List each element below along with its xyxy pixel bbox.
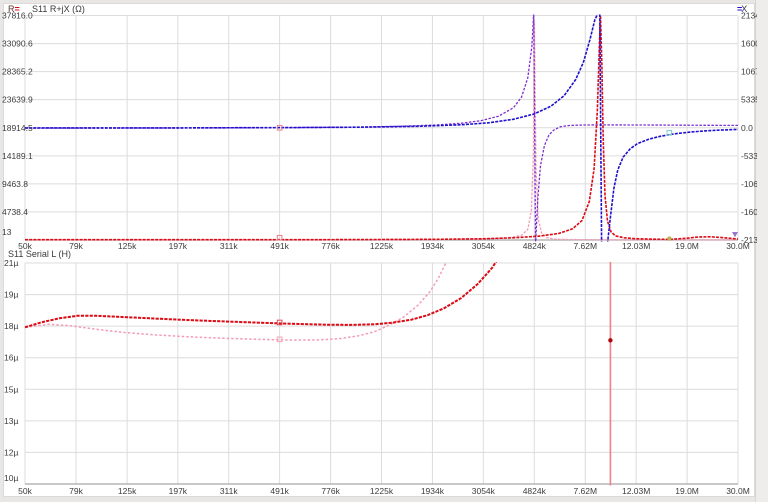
x-tick-label: 30.0M [726,241,750,251]
x-tick-label: 4824k [523,241,547,251]
x-tick-label: 311k [220,241,239,251]
y-left-tick-label: 15µ [4,384,18,394]
y-left-tick-label: 37816.0 [2,11,33,21]
x-tick-label: 19.0M [675,241,699,251]
x-tick-label: 79k [69,486,83,496]
x-tick-label: 491k [270,241,289,251]
y-left-tick-label: 12µ [4,447,18,457]
y-left-tick-label: 13µ [4,416,18,426]
x-tick-label: 125k [118,241,137,251]
y-left-tick-label: 13 [2,227,12,237]
y-left-tick-label: 19µ [4,290,18,300]
x-tick-label: 1934k [421,241,445,251]
y-right-tick-label: -1067 [741,179,763,189]
x-tick-label: 1225k [370,486,394,496]
x-tick-label: 19.0M [675,486,699,496]
x-tick-label: 79k [69,241,83,251]
y-right-tick-label: 0.0 [741,123,753,133]
y-left-tick-label: 28365.2 [2,67,33,77]
y-right-tick-label: -1600 [741,207,763,217]
x-tick-label: 7.62M [573,241,597,251]
marker-triangle-icon[interactable] [732,232,738,237]
y-left-tick-label: 21µ [4,258,18,268]
x-tick-label: 7.62M [573,486,597,496]
x-tick-label: 197k [169,241,188,251]
y-left-tick-label: 16µ [4,353,18,363]
y-left-tick-label: 18914.5 [2,123,33,133]
x-tick-label: 50k [18,486,32,496]
y-left-tick-label: 18µ [4,321,18,331]
y-left-tick-label: 4738.4 [2,207,28,217]
x-tick-label: 12.03M [622,486,650,496]
x-tick-label: 125k [118,486,137,496]
y-left-tick-label: 9463.8 [2,179,28,189]
y-left-tick-label: 10µ [4,473,18,483]
y-left-tick-label: 14189.1 [2,151,33,161]
trace-L [25,253,502,327]
marker-dot-icon[interactable] [608,338,612,342]
x-tick-label: 776k [321,486,340,496]
y-right-tick-label: 10670 [741,67,765,77]
x-tick-label: 311k [220,486,239,496]
y-right-tick-label: -5335 [741,151,763,161]
x-tick-label: 3054k [472,486,496,496]
x-tick-label: 1934k [421,486,445,496]
x-tick-label: 30.0M [726,486,750,496]
y-right-tick-label: 21340 [741,11,765,21]
y-left-tick-label: 23639.9 [2,95,33,105]
x-tick-label: 3054k [472,241,496,251]
x-tick-label: 197k [169,486,188,496]
y-left-tick-label: 33090.6 [2,39,33,49]
y-right-tick-label: 5335. [741,95,762,105]
y-right-tick-label: 16005 [741,39,765,49]
vna-app-window: R= S11 R+jX (Ω) =X S11 Serial L (H) 3781… [0,0,768,502]
x-tick-label: 1225k [370,241,394,251]
x-tick-label: 4824k [523,486,547,496]
charts-canvas[interactable]: 37816.0 33090.6 28365.2 23639.9 18914.5 14189… [0,0,768,502]
x-tick-label: 776k [321,241,340,251]
x-tick-label: 491k [270,486,289,496]
marker-dot-icon[interactable] [667,236,671,240]
x-tick-label: 50k [18,241,32,251]
x-tick-label: 12.03M [622,241,650,251]
